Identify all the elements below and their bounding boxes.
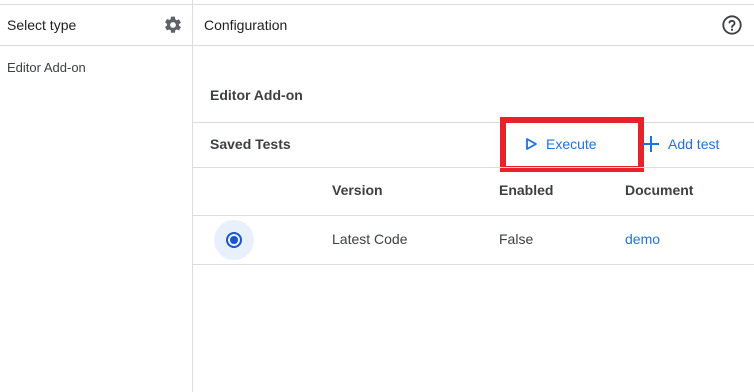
left-header: Select type	[0, 4, 193, 46]
execute-button[interactable]: Execute	[524, 131, 597, 157]
configuration-header: Configuration	[193, 4, 754, 46]
execute-label: Execute	[546, 136, 597, 152]
left-item-editor-add-on[interactable]: Editor Add-on	[7, 60, 86, 75]
row-radio-button[interactable]	[214, 220, 254, 260]
add-test-label: Add test	[668, 136, 720, 152]
add-test-button[interactable]: Add test	[642, 131, 719, 157]
divider	[193, 167, 754, 168]
radio-selected-icon	[226, 232, 242, 248]
divider	[193, 264, 754, 265]
cell-enabled: False	[499, 231, 534, 247]
plus-icon	[643, 136, 659, 152]
help-icon[interactable]	[721, 14, 743, 36]
play-icon	[526, 138, 537, 150]
section-title: Editor Add-on	[210, 87, 303, 103]
configuration-title: Configuration	[204, 17, 288, 33]
gear-icon[interactable]	[163, 15, 183, 35]
divider	[193, 122, 754, 123]
select-type-title: Select type	[7, 17, 77, 33]
column-header-enabled: Enabled	[499, 182, 554, 198]
saved-tests-label: Saved Tests	[210, 136, 291, 152]
column-header-document: Document	[625, 182, 694, 198]
left-pane: Select type Editor Add-on	[0, 0, 193, 392]
column-header-version: Version	[332, 182, 383, 198]
divider	[193, 215, 754, 216]
cell-version: Latest Code	[332, 231, 408, 247]
document-link[interactable]: demo	[625, 231, 660, 247]
